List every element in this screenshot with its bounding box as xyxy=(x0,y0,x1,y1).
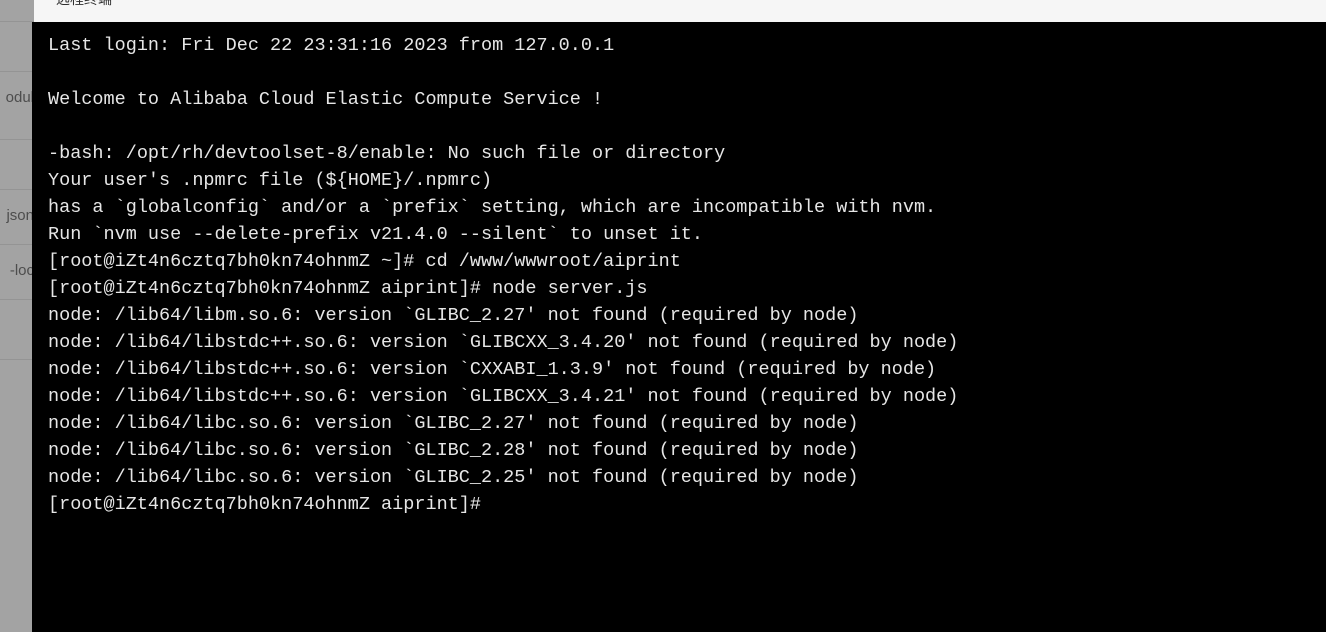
terminal-line: -bash: /opt/rh/devtoolset-8/enable: No s… xyxy=(48,143,726,164)
file-tree-row-label: json xyxy=(6,207,34,224)
terminal-tab-label[interactable]: 远程终端 xyxy=(56,0,112,9)
file-tree-list[interactable]: odul json -loc xyxy=(0,0,34,632)
terminal-output[interactable]: Last login: Fri Dec 22 23:31:16 2023 fro… xyxy=(48,32,1326,518)
terminal-line: Your user's .npmrc file (${HOME}/.npmrc) xyxy=(48,170,493,191)
file-tree-row-label: odul xyxy=(5,89,34,106)
terminal-line: [root@iZt4n6cztq7bh0kn74ohnmZ aiprint]# … xyxy=(48,278,648,299)
file-tree-row[interactable] xyxy=(0,140,34,190)
terminal-line: [root@iZt4n6cztq7bh0kn74ohnmZ aiprint]# xyxy=(48,494,493,515)
file-tree-row[interactable] xyxy=(0,300,34,360)
terminal-line: node: /lib64/libstdc++.so.6: version `GL… xyxy=(48,386,959,407)
file-tree-row[interactable]: odul xyxy=(0,72,34,140)
file-tree-row[interactable] xyxy=(0,360,34,632)
file-tree-row[interactable]: json xyxy=(0,190,34,245)
terminal-panel[interactable]: Last login: Fri Dec 22 23:31:16 2023 fro… xyxy=(32,22,1326,632)
terminal-line: Run `nvm use --delete-prefix v21.4.0 --s… xyxy=(48,224,704,245)
file-tree-row[interactable]: -loc xyxy=(0,245,34,300)
terminal-line: has a `globalconfig` and/or a `prefix` s… xyxy=(48,197,937,218)
terminal-line: [root@iZt4n6cztq7bh0kn74ohnmZ ~]# cd /ww… xyxy=(48,251,681,272)
terminal-line: node: /lib64/libm.so.6: version `GLIBC_2… xyxy=(48,305,859,326)
terminal-line: node: /lib64/libc.so.6: version `GLIBC_2… xyxy=(48,467,859,488)
terminal-line: node: /lib64/libc.so.6: version `GLIBC_2… xyxy=(48,440,859,461)
file-tree-row[interactable] xyxy=(0,0,34,22)
file-tree-row-label: -loc xyxy=(9,262,34,279)
terminal-line: node: /lib64/libc.so.6: version `GLIBC_2… xyxy=(48,413,859,434)
terminal-line: Welcome to Alibaba Cloud Elastic Compute… xyxy=(48,89,604,110)
terminal-tab-bar[interactable]: 远程终端 xyxy=(34,0,1326,22)
file-tree-row[interactable] xyxy=(0,22,34,72)
terminal-line: node: /lib64/libstdc++.so.6: version `GL… xyxy=(48,332,959,353)
terminal-line: node: /lib64/libstdc++.so.6: version `CX… xyxy=(48,359,937,380)
terminal-line: Last login: Fri Dec 22 23:31:16 2023 fro… xyxy=(48,35,615,56)
